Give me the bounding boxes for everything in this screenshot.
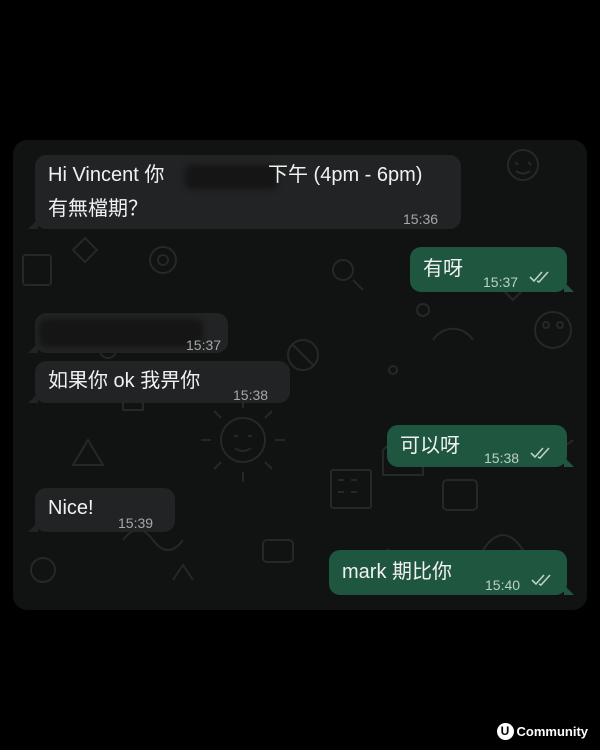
message-bubble-incoming[interactable]: Hi Vincent 你 下午 (4pm - 6pm) 有無檔期？ 15:36 [28,155,461,229]
watermark-text: Community [516,724,589,739]
u-community-logo-icon: U [496,723,514,740]
message-bubble-outgoing[interactable]: 有呀 15:37 [410,247,574,292]
message-timestamp: 15:37 [483,274,519,290]
message-timestamp: 15:40 [485,577,521,593]
double-check-read-icon [531,574,551,586]
message-text: 可以呀 [400,435,460,457]
message-bubble-outgoing[interactable]: mark 期比你 15:40 [329,550,574,595]
message-bubble-incoming[interactable]: 15:37 [28,313,228,353]
message-timestamp: 15:36 [403,211,439,227]
chat-window: Hi Vincent 你 下午 (4pm - 6pm) 有無檔期？ 15:36 … [13,140,587,610]
message-bubble-outgoing[interactable]: 可以呀 15:38 [387,425,574,467]
double-check-read-icon [529,271,549,283]
redaction-blur [39,319,203,347]
message-text: 有呀 [423,258,463,280]
message-bubble-incoming[interactable]: 如果你 ok 我畀你 15:38 [28,361,290,403]
message-text: Nice! [48,497,94,519]
message-timestamp: 15:38 [233,387,269,403]
message-bubble-incoming[interactable]: Nice! 15:39 [28,488,175,532]
message-timestamp: 15:39 [118,515,154,531]
message-timestamp: 15:37 [186,337,222,353]
message-timestamp: 15:38 [484,450,520,466]
double-check-read-icon [530,447,550,459]
message-text: 如果你 ok 我畀你 [48,370,201,392]
u-community-watermark: U Community [496,723,589,740]
message-text: mark 期比你 [342,561,452,583]
message-text: Hi Vincent 你 [48,164,165,186]
redaction-blur [185,165,278,189]
message-text: 有無檔期？ [48,198,148,220]
message-text: 下午 (4pm - 6pm) [268,164,423,186]
